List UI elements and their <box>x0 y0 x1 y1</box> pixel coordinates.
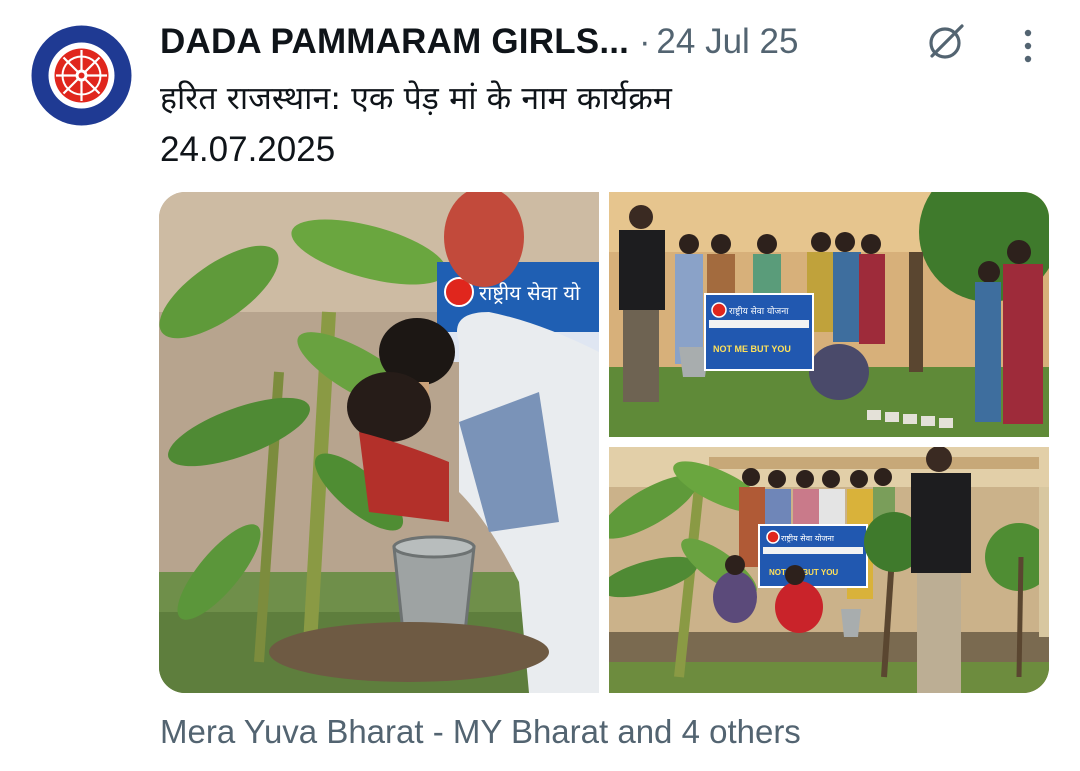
post-text-line-1: हरित राजस्थान: एक पेड़ मां के नाम कार्यक… <box>160 79 672 117</box>
more-vertical-icon <box>1024 29 1032 63</box>
post-header: DADA PAMMARAM GIRLS... · 24 Jul 25 <box>160 20 1040 64</box>
nss-logo-icon <box>31 25 132 126</box>
post-timestamp[interactable]: 24 Jul 25 <box>656 22 798 62</box>
tagged-users-link[interactable]: Mera Yuva Bharat - MY Bharat and 4 other… <box>160 713 801 751</box>
photo-planting[interactable]: राष्ट्रीय सेवा यो <box>159 192 599 693</box>
author-name[interactable]: DADA PAMMARAM GIRLS... <box>160 22 629 62</box>
photo-group-banner[interactable]: राष्ट्रीय सेवा योजना NOT ME BUT YOU <box>609 192 1049 437</box>
separator-dot: · <box>639 22 651 61</box>
photo2-banner-slogan: NOT ME BUT YOU <box>713 344 791 354</box>
more-options-button[interactable] <box>1008 22 1048 70</box>
grok-button[interactable] <box>922 18 970 66</box>
photo-group-plants[interactable]: राष्ट्रीय सेवा योजना NOT ME BUT YOU <box>609 447 1049 693</box>
photo2-banner-title: राष्ट्रीय सेवा योजना <box>729 305 789 317</box>
photo3-banner-title: राष्ट्रीय सेवा योजना <box>781 533 835 543</box>
media-grid: राष्ट्रीय सेवा यो राष्ट्रीय सेवा योजना N… <box>159 192 1049 693</box>
grok-icon <box>929 24 964 59</box>
post-text-line-2: 24.07.2025 <box>160 130 336 169</box>
avatar[interactable] <box>30 24 133 127</box>
